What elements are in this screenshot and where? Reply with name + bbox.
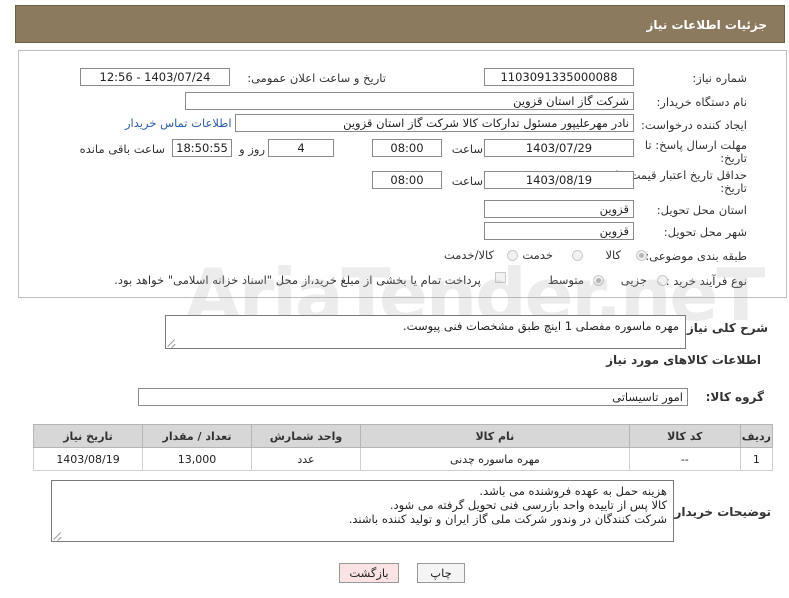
description-label: شرح کلی نیاز: — [682, 321, 768, 335]
cell-name: مهره ماسوره چدنی — [359, 447, 630, 471]
table-row[interactable]: 1 -- مهره ماسوره چدنی عدد 13,000 1403/08… — [32, 447, 774, 471]
purchase-medium-label: متوسط — [547, 273, 584, 287]
category-goods-radio[interactable] — [636, 250, 647, 261]
cell-qty: 13,000 — [142, 447, 252, 471]
treasury-payment-label: پرداخت تمام یا بخشی از مبلغ خرید،از محل … — [114, 273, 481, 287]
requester-field: نادر مهرعلیپور مسئول تدارکات کالا شرکت گ… — [235, 114, 634, 132]
goods-group-label: گروه کالا: — [705, 390, 764, 404]
days-label: روز و — [239, 142, 265, 156]
buyer-note-line: هزینه حمل به عهده فروشنده می باشد. — [479, 484, 667, 498]
buyer-note-line: کالا پس از تاییده واحد بازرسی فنی تحویل … — [389, 498, 667, 512]
cell-date: 1403/08/19 — [32, 447, 144, 471]
category-label: طبقه بندی موضوعی: — [645, 249, 747, 263]
reply-time-label: ساعت — [451, 142, 483, 156]
cell-unit: عدد — [251, 447, 361, 471]
goods-section-title: اطلاعات کالاهای مورد نیاز — [606, 353, 761, 367]
col-header-code: کد کالا — [628, 424, 741, 448]
cell-row-number: 1 — [739, 447, 774, 471]
buyer-org-label: نام دستگاه خریدار: — [656, 95, 747, 109]
category-goods-service-radio[interactable] — [507, 250, 518, 261]
remaining-days-field: 4 — [268, 139, 334, 157]
category-goods-service-label: کالا/خدمت — [443, 248, 494, 262]
buyer-contact-link[interactable]: اطلاعات تماس خریدار — [125, 116, 232, 130]
description-textarea[interactable]: مهره ماسوره مفصلی 1 اینچ طبق مشخصات فنی … — [165, 315, 686, 349]
print-button[interactable]: چاپ — [417, 563, 465, 583]
price-validity-label: حداقل تاریخ اعتبار قیمت: تا — [615, 168, 747, 182]
purchase-type-label: نوع فرآیند خرید : — [665, 274, 747, 288]
cell-code: -- — [628, 447, 741, 471]
reply-time-field: 08:00 — [372, 139, 442, 157]
price-validity-time-field: 08:00 — [372, 171, 442, 189]
category-service-label: خدمت — [522, 248, 553, 262]
buyer-notes-label: توضیحات خریدار: — [669, 505, 771, 519]
buyer-org-field: شرکت گاز استان قزوین — [185, 92, 634, 110]
buyer-note-line: شرکت کنندگان در وندور شرکت ملی گاز ایران… — [348, 512, 667, 526]
remaining-time-field: 18:50:55 — [172, 139, 232, 157]
need-number-label: شماره نیاز: — [692, 71, 747, 85]
delivery-province-label: استان محل تحویل: — [656, 203, 747, 217]
price-validity-time-label: ساعت — [451, 174, 483, 188]
delivery-city-label: شهر محل تحویل: — [663, 225, 747, 239]
goods-group-field: امور تاسیساتی — [138, 388, 688, 406]
col-header-unit: واحد شمارش — [251, 424, 361, 448]
need-number-field: 1103091335000088 — [484, 68, 634, 86]
price-validity-date-field: 1403/08/19 — [484, 171, 634, 189]
col-header-qty: تعداد / مقدار — [142, 424, 252, 448]
col-header-row-number: ردیف — [739, 424, 774, 448]
buyer-notes-textarea[interactable]: هزینه حمل به عهده فروشنده می باشد. کالا … — [51, 480, 674, 542]
delivery-province-field: قزوین — [484, 200, 634, 218]
remaining-label: ساعت باقی مانده — [79, 142, 165, 156]
purchase-minor-label: جزیی — [620, 273, 647, 287]
category-goods-label: کالا — [605, 248, 621, 262]
reply-deadline-label-2: تاریخ: — [720, 151, 747, 165]
purchase-minor-radio[interactable] — [657, 275, 668, 286]
announce-datetime-field: 1403/07/24 - 12:56 — [80, 68, 230, 86]
items-table: ردیف کد کالا نام کالا واحد شمارش تعداد /… — [32, 424, 774, 471]
delivery-city-field: قزوین — [484, 222, 634, 240]
col-header-name: نام کالا — [359, 424, 630, 448]
price-validity-label-2: تاریخ: — [720, 181, 747, 195]
resize-grip-icon[interactable] — [168, 339, 176, 347]
table-header-row: ردیف کد کالا نام کالا واحد شمارش تعداد /… — [32, 424, 774, 448]
reply-date-field: 1403/07/29 — [484, 139, 634, 157]
description-text: مهره ماسوره مفصلی 1 اینچ طبق مشخصات فنی … — [403, 319, 679, 333]
col-header-date: تاریخ نیاز — [32, 424, 144, 448]
resize-grip-icon[interactable] — [54, 532, 62, 540]
purchase-medium-radio[interactable] — [593, 275, 604, 286]
page-header: جزئیات اطلاعات نیاز — [15, 5, 785, 43]
category-service-radio[interactable] — [572, 250, 583, 261]
back-button[interactable]: بازگشت — [339, 563, 399, 583]
announce-datetime-label: تاریخ و ساعت اعلان عمومی: — [247, 71, 386, 85]
reply-deadline-label: مهلت ارسال پاسخ: تا — [644, 138, 747, 152]
page-title: جزئیات اطلاعات نیاز — [646, 18, 767, 32]
treasury-payment-checkbox[interactable] — [495, 272, 506, 283]
requester-label: ایجاد کننده درخواست: — [641, 118, 747, 132]
